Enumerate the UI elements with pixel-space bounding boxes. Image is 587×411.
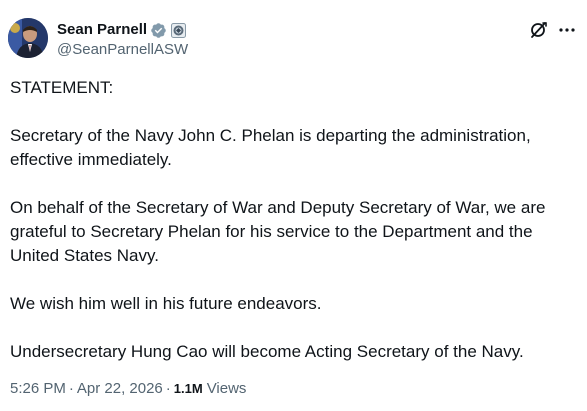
views-label: Views [206,380,247,397]
government-seal-icon[interactable] [171,22,187,38]
meta-separator: · [165,380,171,397]
post-paragraph: Secretary of the Navy John C. Phelan is … [10,126,531,169]
author-handle[interactable]: @SeanParnellASW [57,40,188,60]
verified-badge-icon[interactable] [150,22,167,39]
post-date[interactable]: Apr 22, 2026 [77,379,163,399]
avatar[interactable] [8,18,48,58]
post-time[interactable]: 5:26 PM [10,379,66,399]
grok-icon[interactable] [529,20,549,40]
post-meta: 5:26 PM · Apr 22, 2026 · 1.1M Views [10,379,246,399]
author-name-row: Sean Parnell [57,20,187,40]
author-display-name[interactable]: Sean Parnell [57,20,147,40]
avatar-image [8,18,48,58]
post-paragraph: STATEMENT: [10,78,114,97]
post-paragraph: On behalf of the Secretary of War and De… [10,198,546,265]
post-paragraph: We wish him well in his future endeavors… [10,294,322,313]
more-icon[interactable] [557,20,577,40]
meta-separator: · [68,380,74,397]
views-count[interactable]: 1.1M [174,379,203,399]
post-paragraph: Undersecretary Hung Cao will become Acti… [10,342,524,361]
post-text: STATEMENT: Secretary of the Navy John C.… [10,76,580,388]
tweet: Sean Parnell @SeanParnellASW STATEMENT: … [0,0,587,411]
